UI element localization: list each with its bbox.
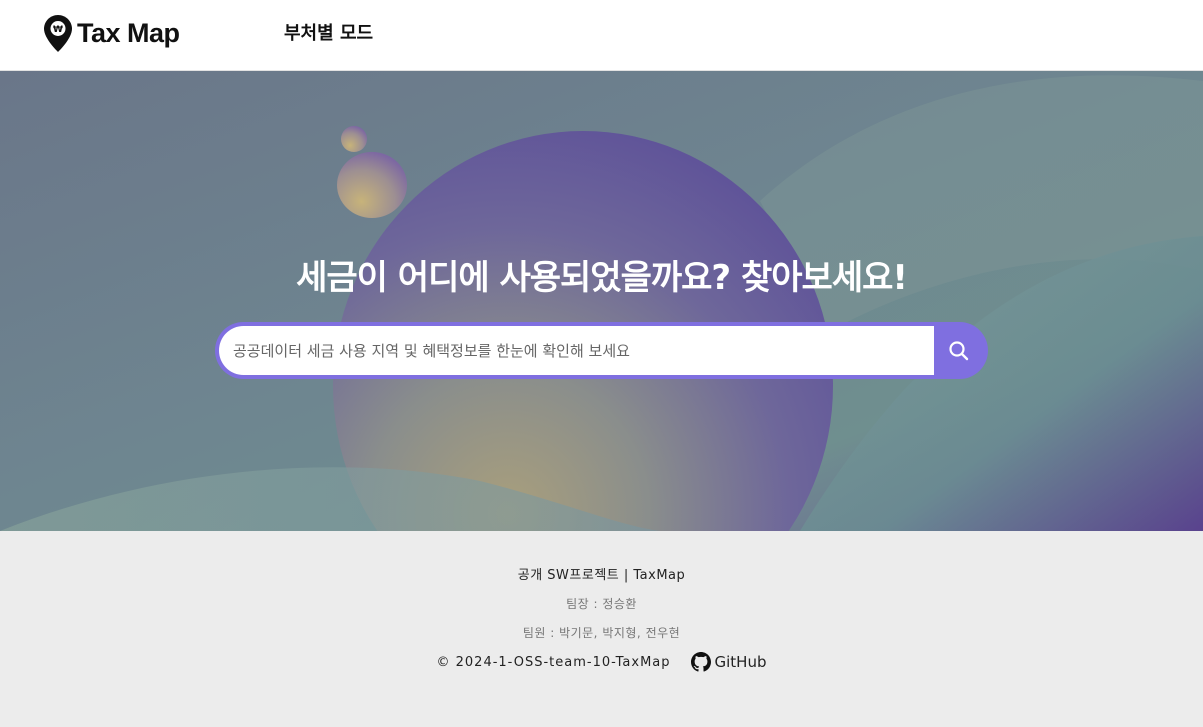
search-input[interactable]	[233, 326, 933, 375]
logo-link[interactable]: ₩ Tax Map	[44, 15, 180, 52]
hero-background-image	[0, 71, 1203, 531]
search-bar	[215, 322, 988, 379]
footer-team-members: 팀원 : 박기문, 박지형, 전우현	[522, 626, 681, 640]
svg-text:₩: ₩	[53, 25, 63, 35]
hero-section: 세금이 어디에 사용되었을까요? 찾아보세요!	[0, 71, 1203, 531]
hero-title: 세금이 어디에 사용되었을까요? 찾아보세요!	[296, 258, 908, 298]
footer-project: 공개 SW프로젝트 | TaxMap	[517, 568, 686, 583]
search-box	[215, 322, 937, 379]
won-map-pin-icon: ₩	[44, 15, 72, 52]
search-icon	[949, 340, 969, 360]
search-button[interactable]	[934, 322, 988, 379]
footer-bottom-row: © 2024-1-OSS-team-10-TaxMap GitHub	[0, 652, 1203, 672]
github-label: GitHub	[714, 653, 767, 671]
github-icon	[690, 652, 711, 672]
logo-text: Tax Map	[77, 18, 180, 48]
footer-copyright: © 2024-1-OSS-team-10-TaxMap	[436, 654, 671, 670]
top-header: ₩ Tax Map 부처별 모드	[0, 0, 1203, 71]
footer-team-leader: 팀장 : 정승환	[566, 597, 637, 611]
footer: 공개 SW프로젝트 | TaxMap 팀장 : 정승환 팀원 : 박기문, 박지…	[0, 531, 1203, 727]
github-link[interactable]: GitHub	[690, 652, 767, 672]
nav-ministry-mode[interactable]: 부처별 모드	[284, 21, 373, 47]
